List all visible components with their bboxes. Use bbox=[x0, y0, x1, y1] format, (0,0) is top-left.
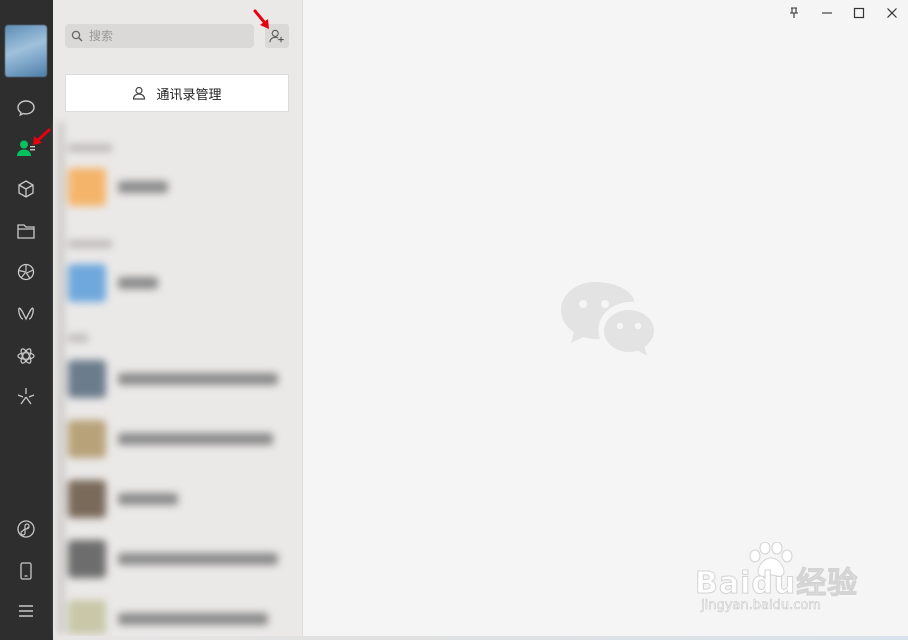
folder-icon[interactable] bbox=[13, 218, 39, 244]
search-input[interactable] bbox=[87, 28, 241, 44]
topstories-icon[interactable] bbox=[13, 383, 39, 409]
channels-icon[interactable] bbox=[13, 301, 39, 327]
watermark-url: jingyan.baidu.com bbox=[701, 598, 822, 614]
favorites-icon[interactable] bbox=[13, 176, 39, 202]
maximize-icon[interactable] bbox=[846, 2, 872, 24]
list-section-header bbox=[68, 144, 112, 152]
avatar[interactable] bbox=[5, 25, 47, 77]
search-bar[interactable] bbox=[65, 24, 254, 48]
chat-icon[interactable] bbox=[13, 95, 39, 121]
phone-icon[interactable] bbox=[13, 558, 39, 584]
list-section-header bbox=[68, 334, 88, 342]
list-item[interactable] bbox=[68, 480, 178, 518]
search-icon bbox=[71, 30, 83, 42]
blurred-contact-list bbox=[58, 122, 301, 634]
search-feature-icon[interactable] bbox=[13, 343, 39, 369]
minimize-icon[interactable] bbox=[814, 2, 840, 24]
watermark-brand: Baidu经验 bbox=[694, 566, 859, 602]
list-item[interactable] bbox=[68, 168, 168, 206]
wechat-logo-icon bbox=[561, 282, 654, 356]
pin-icon[interactable] bbox=[781, 2, 807, 24]
list-edge bbox=[58, 122, 64, 634]
bottom-strip bbox=[53, 636, 908, 640]
sidebar bbox=[0, 0, 53, 640]
list-item[interactable] bbox=[68, 264, 158, 302]
contacts-manage-icon bbox=[133, 86, 146, 100]
annotation-arrow-icon bbox=[253, 9, 269, 29]
contacts-manage-label: 通讯录管理 bbox=[156, 87, 222, 103]
close-icon[interactable] bbox=[879, 2, 905, 24]
annotation-arrow-icon bbox=[33, 128, 51, 145]
miniprogram-icon[interactable] bbox=[13, 516, 39, 542]
watermark: Baidu经验 jingyan.baidu.com bbox=[694, 540, 865, 620]
list-section-header bbox=[68, 240, 112, 248]
moments-icon[interactable] bbox=[13, 259, 39, 285]
list-item[interactable] bbox=[68, 360, 278, 398]
menu-icon[interactable] bbox=[13, 598, 39, 624]
list-item[interactable] bbox=[68, 420, 273, 458]
list-item[interactable] bbox=[68, 600, 268, 634]
contacts-panel: 通讯录管理 bbox=[53, 0, 303, 640]
contacts-manage-button[interactable]: 通讯录管理 bbox=[65, 74, 289, 112]
list-item[interactable] bbox=[68, 540, 278, 578]
